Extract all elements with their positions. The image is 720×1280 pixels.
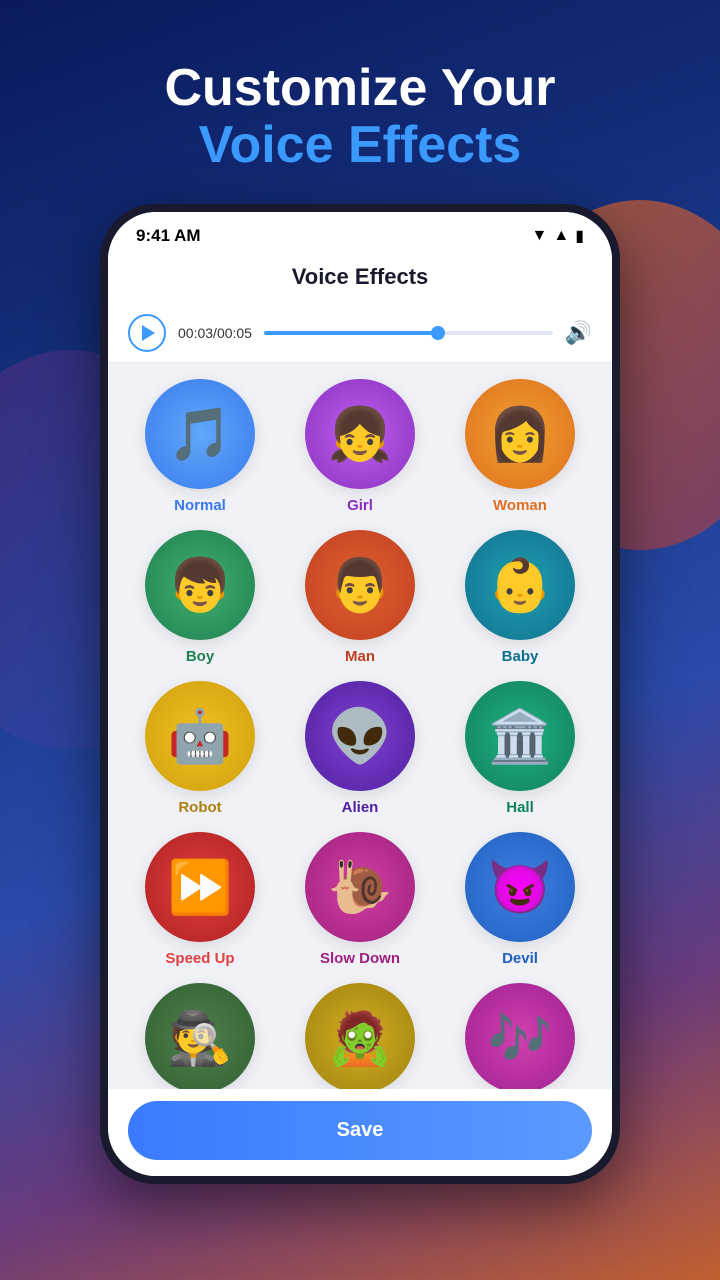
effect-label-man: Man	[345, 648, 375, 665]
effect-item-normal[interactable]: 🎵 Normal	[128, 379, 272, 514]
effect-label-woman: Woman	[493, 497, 547, 514]
effect-label-normal: Normal	[174, 497, 226, 514]
effect-circle-normal: 🎵	[145, 379, 255, 489]
phone-frame: 9:41 AM ▼ ▲ ▮ Voice Effects 00:03/00:05 …	[100, 204, 620, 1184]
header-title: Customize Your Voice Effects	[164, 60, 555, 174]
effect-item-frankenstein[interactable]: 🧟Frankenstein	[288, 983, 432, 1089]
header-line2: Voice Effects	[164, 117, 555, 174]
effect-item-devil[interactable]: 😈 Devil	[448, 832, 592, 967]
effect-item-speedup[interactable]: ⏩ Speed Up	[128, 832, 272, 967]
current-time: 00:03/00:05	[178, 325, 252, 341]
effect-circle-alien: 👽	[305, 681, 415, 791]
effect-label-robot: Robot	[178, 799, 221, 816]
effect-item-baby[interactable]: 👶 Baby	[448, 530, 592, 665]
effect-label-devil: Devil	[502, 950, 538, 967]
effect-item-boy[interactable]: 👦 Boy	[128, 530, 272, 665]
effect-circle-devil: 😈	[465, 832, 575, 942]
app-header-title: Voice Effects	[292, 264, 429, 289]
play-button[interactable]	[128, 314, 166, 352]
save-bar: Save	[108, 1089, 612, 1176]
effect-circle-hall: 🏛️	[465, 681, 575, 791]
status-icons: ▼ ▲ ▮	[532, 226, 585, 246]
effect-circle-music2: 🎶	[465, 983, 575, 1089]
effect-circle-girl: 👧	[305, 379, 415, 489]
effect-circle-robot: 🤖	[145, 681, 255, 791]
save-button[interactable]: Save	[128, 1101, 592, 1160]
effect-label-girl: Girl	[347, 497, 373, 514]
effect-item-woman[interactable]: 👩 Woman	[448, 379, 592, 514]
effect-label-slowdown: Slow Down	[320, 950, 400, 967]
effect-circle-slowdown: 🐌	[305, 832, 415, 942]
effects-grid: 🎵 Normal 👧 Girl 👩 Woman 👦 Boy 👨 Man 👶 Baby 🤖 Robot 👽 Al…	[108, 363, 612, 1089]
battery-icon: ▮	[575, 226, 584, 246]
progress-fill	[264, 331, 437, 335]
audio-player: 00:03/00:05 🔊	[108, 304, 612, 363]
effect-item-music2[interactable]: 🎶Music	[448, 983, 592, 1089]
effect-circle-baby: 👶	[465, 530, 575, 640]
effect-item-robot[interactable]: 🤖 Robot	[128, 681, 272, 816]
effect-item-girl[interactable]: 👧 Girl	[288, 379, 432, 514]
effect-label-alien: Alien	[342, 799, 379, 816]
effect-circle-frankenstein: 🧟	[305, 983, 415, 1089]
signal-icon: ▲	[553, 227, 569, 245]
effect-circle-boy: 👦	[145, 530, 255, 640]
volume-icon[interactable]: 🔊	[565, 320, 592, 346]
effect-label-boy: Boy	[186, 648, 214, 665]
status-bar: 9:41 AM ▼ ▲ ▮	[108, 212, 612, 254]
effect-circle-thief: 🕵️	[145, 983, 255, 1089]
effect-label-speedup: Speed Up	[165, 950, 234, 967]
effect-item-alien[interactable]: 👽 Alien	[288, 681, 432, 816]
effect-circle-man: 👨	[305, 530, 415, 640]
progress-bar[interactable]	[264, 331, 553, 335]
effect-item-hall[interactable]: 🏛️ Hall	[448, 681, 592, 816]
progress-thumb	[431, 326, 445, 340]
app-header: Voice Effects	[108, 254, 612, 304]
phone-screen: 9:41 AM ▼ ▲ ▮ Voice Effects 00:03/00:05 …	[108, 212, 612, 1176]
effect-circle-speedup: ⏩	[145, 832, 255, 942]
header-line1: Customize Your	[164, 60, 555, 117]
effect-label-baby: Baby	[502, 648, 539, 665]
wifi-icon: ▼	[532, 227, 548, 245]
effect-item-man[interactable]: 👨 Man	[288, 530, 432, 665]
play-icon	[142, 325, 155, 341]
effect-circle-woman: 👩	[465, 379, 575, 489]
effect-item-slowdown[interactable]: 🐌 Slow Down	[288, 832, 432, 967]
status-time: 9:41 AM	[136, 226, 201, 246]
effect-item-thief[interactable]: 🕵️Thief	[128, 983, 272, 1089]
effect-label-hall: Hall	[506, 799, 534, 816]
